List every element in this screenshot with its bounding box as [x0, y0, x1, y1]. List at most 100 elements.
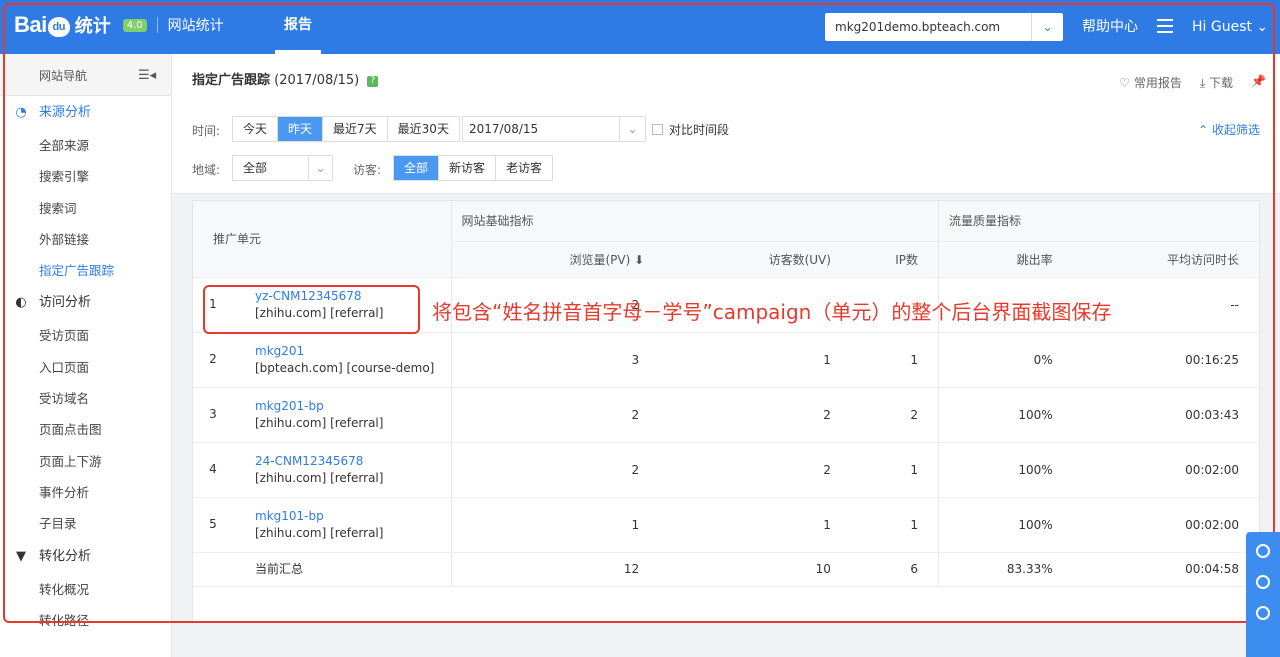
sidebar-item[interactable]: 事件分析 [0, 477, 171, 508]
page-title-text: 指定广告跟踪 [192, 73, 271, 88]
group-header-basic: 网站基础指标 [451, 201, 940, 242]
cell-pv: 1 [451, 497, 685, 553]
sidebar-item[interactable]: 入口页面 [0, 352, 171, 383]
total-label: 当前汇总 [193, 552, 452, 587]
chevron-down-icon[interactable]: ⌄ [308, 156, 332, 180]
col-header-duration[interactable]: 平均访问时长 [1072, 241, 1259, 278]
unit-name-link[interactable]: 24-CNM12345678 [255, 453, 383, 470]
baidu-tongji-logo[interactable]: Bai du 统计 4.0 网站统计 [14, 12, 224, 38]
logo-bai: Bai [14, 12, 47, 37]
download-button[interactable]: ⤓ 下载 [1200, 74, 1233, 91]
date-picker[interactable]: 2017/08/15 ⌄ [462, 116, 646, 142]
top-bar: Bai du 统计 4.0 网站统计 报告 mkg201demo.bpteach.… [0, 0, 1280, 54]
unit-source: [zhihu.com] [referral] [255, 470, 384, 485]
sidebar-nav: ◔ 来源分析全部来源 搜索引擎 搜索词 外部链接 指定广告跟踪 ◐ 访问分析 受访页面 入口页面受… [0, 96, 171, 636]
visitor-type-buttons: 全部 新访客 老访客 [393, 155, 554, 181]
sidebar-section-title: 访问分析 [39, 295, 92, 311]
col-header-uv[interactable]: 访客数(UV) [684, 241, 851, 278]
table-row: 4 24-CNM12345678 [zhihu.com] [referral] 2 2 1… [193, 442, 1259, 498]
site-select[interactable]: mkg201demo.bpteach.com ⌄ [825, 13, 1063, 41]
compare-checkbox[interactable] [652, 124, 663, 135]
sidebar-item[interactable]: 转化路径 [0, 605, 171, 636]
collapse-filter-link[interactable]: ⌃ 收起筛选 [1198, 121, 1260, 138]
visitor-options-button[interactable]: 新访客 [439, 156, 497, 180]
sidebar-section-title: 来源分析 [39, 105, 92, 120]
sidebar-section-2[interactable]: ▼ 转化分析 [0, 540, 171, 574]
app-root: Bai du 统计 4.0 网站统计 报告 mkg201demo.bpteach.… [0, 0, 1280, 657]
report-table-card: 推广单元 网站基础指标 流量质量指标 浏览量(PV) ⬇ 访客数(UV) IP数… [192, 200, 1260, 622]
col-header-bounce[interactable]: 跳出率 [938, 241, 1073, 278]
chevron-down-icon[interactable]: ⌄ [1031, 13, 1063, 41]
unit-name-link[interactable]: mkg101-bp [255, 508, 383, 525]
unit-cell: 3 mkg201-bp [zhihu.com] [referral] [193, 387, 452, 443]
site-select-value: mkg201demo.bpteach.com [835, 20, 1001, 34]
row-index: 3 [209, 407, 217, 421]
sidebar-header: 网站导航 ☰◂ [0, 54, 171, 96]
chat-icon[interactable] [1256, 606, 1270, 620]
pie-chart-icon: ◔ [15, 105, 27, 120]
sidebar-item[interactable]: 搜索词 [0, 193, 171, 224]
col-header-pv[interactable]: 浏览量(PV) ⬇ [451, 241, 685, 278]
filter-panel: 指定广告跟踪 (2017/08/15) ? ♡ 常用报告 ⤓ 下载 📌 时间: … [172, 54, 1280, 194]
time-options-button[interactable]: 昨天 [278, 117, 324, 141]
sidebar-section-1[interactable]: ◐ 访问分析 [0, 286, 171, 320]
visitor-options-button[interactable]: 老访客 [496, 156, 552, 180]
help-center-link[interactable]: 帮助中心 [1082, 0, 1138, 54]
unit-source: [zhihu.com] [referral] [255, 415, 384, 430]
cell-bounce: 100% [938, 442, 1073, 498]
region-select[interactable]: 全部 ⌄ [232, 155, 333, 181]
total-bounce: 83.33% [938, 552, 1073, 587]
time-options-button[interactable]: 最近7天 [323, 117, 388, 141]
unit-source: [bpteach.com] [course-demo] [255, 360, 435, 375]
sidebar-item[interactable]: 外部链接 [0, 224, 171, 255]
row-index: 5 [209, 517, 217, 531]
feedback-icon[interactable] [1256, 544, 1270, 558]
floating-toolbar [1246, 532, 1280, 657]
unit-cell: 5 mkg101-bp [zhihu.com] [referral] [193, 497, 452, 553]
time-label: 时间: [192, 124, 221, 138]
nav-tab-report[interactable]: 报告 [275, 0, 321, 54]
cell-bounce: 0% [938, 332, 1073, 388]
logo-wordmark: Bai du [14, 12, 71, 38]
unit-name-link[interactable]: mkg201 [255, 343, 434, 360]
sidebar-item[interactable]: 子目录 [0, 508, 171, 539]
total-duration: 00:04:58 [1072, 552, 1259, 587]
user-greeting[interactable]: Hi Guest ⌄ [1192, 0, 1268, 54]
region-value: 全部 [243, 161, 268, 175]
cell-ip: 2 [850, 387, 940, 443]
cell-pv: 2 [451, 387, 685, 443]
col-header-unit[interactable]: 推广单元 [193, 201, 452, 278]
unit-source: [zhihu.com] [referral] [255, 525, 384, 540]
sidebar-section-0[interactable]: ◔ 来源分析 [0, 96, 171, 130]
time-options-button[interactable]: 最近30天 [388, 117, 459, 141]
report-table: 推广单元 网站基础指标 流量质量指标 浏览量(PV) ⬇ 访客数(UV) IP数… [193, 201, 1259, 587]
annotation-text: 将包含“姓名拼音首字母－学号”campaign（单元）的整个后台界面截图保存 [432, 300, 1112, 324]
sidebar-item[interactable]: 搜索引擎 [0, 161, 171, 192]
list-menu-icon[interactable] [1157, 19, 1173, 33]
sidebar-item[interactable]: 受访域名 [0, 383, 171, 414]
total-pv: 12 [451, 552, 685, 587]
time-options-button[interactable]: 今天 [233, 117, 279, 141]
chevron-down-icon[interactable]: ⌄ [619, 117, 645, 141]
help-icon[interactable]: ? [367, 76, 379, 87]
sidebar-item[interactable]: 指定广告跟踪 [0, 255, 171, 286]
sidebar-title: 网站导航 [39, 69, 88, 83]
page-tools: ♡ 常用报告 ⤓ 下载 📌 [1119, 74, 1266, 91]
favorite-report-button[interactable]: ♡ 常用报告 [1119, 74, 1182, 91]
sidebar-item[interactable]: 页面点击图 [0, 414, 171, 445]
unit-name-link[interactable]: mkg201-bp [255, 398, 383, 415]
pin-icon[interactable]: 📌 [1251, 74, 1266, 91]
version-badge: 4.0 [122, 18, 147, 32]
sidebar-item[interactable]: 页面上下游 [0, 446, 171, 477]
sidebar-item[interactable]: 受访页面 [0, 320, 171, 351]
edit-icon[interactable] [1256, 575, 1270, 589]
collapse-sidebar-icon[interactable]: ☰◂ [138, 68, 156, 83]
table-row: 2 mkg201 [bpteach.com] [course-demo] 3 1 1 0% 0… [193, 332, 1259, 388]
visitor-options-button[interactable]: 全部 [394, 156, 440, 180]
sidebar-item[interactable]: 全部来源 [0, 130, 171, 161]
row-index: 2 [209, 352, 217, 366]
visitor-label: 访客: [353, 163, 382, 177]
sidebar-item[interactable]: 转化概况 [0, 574, 171, 605]
compare-period-toggle[interactable]: 对比时间段 [652, 121, 729, 138]
col-header-ip[interactable]: IP数 [850, 241, 940, 278]
